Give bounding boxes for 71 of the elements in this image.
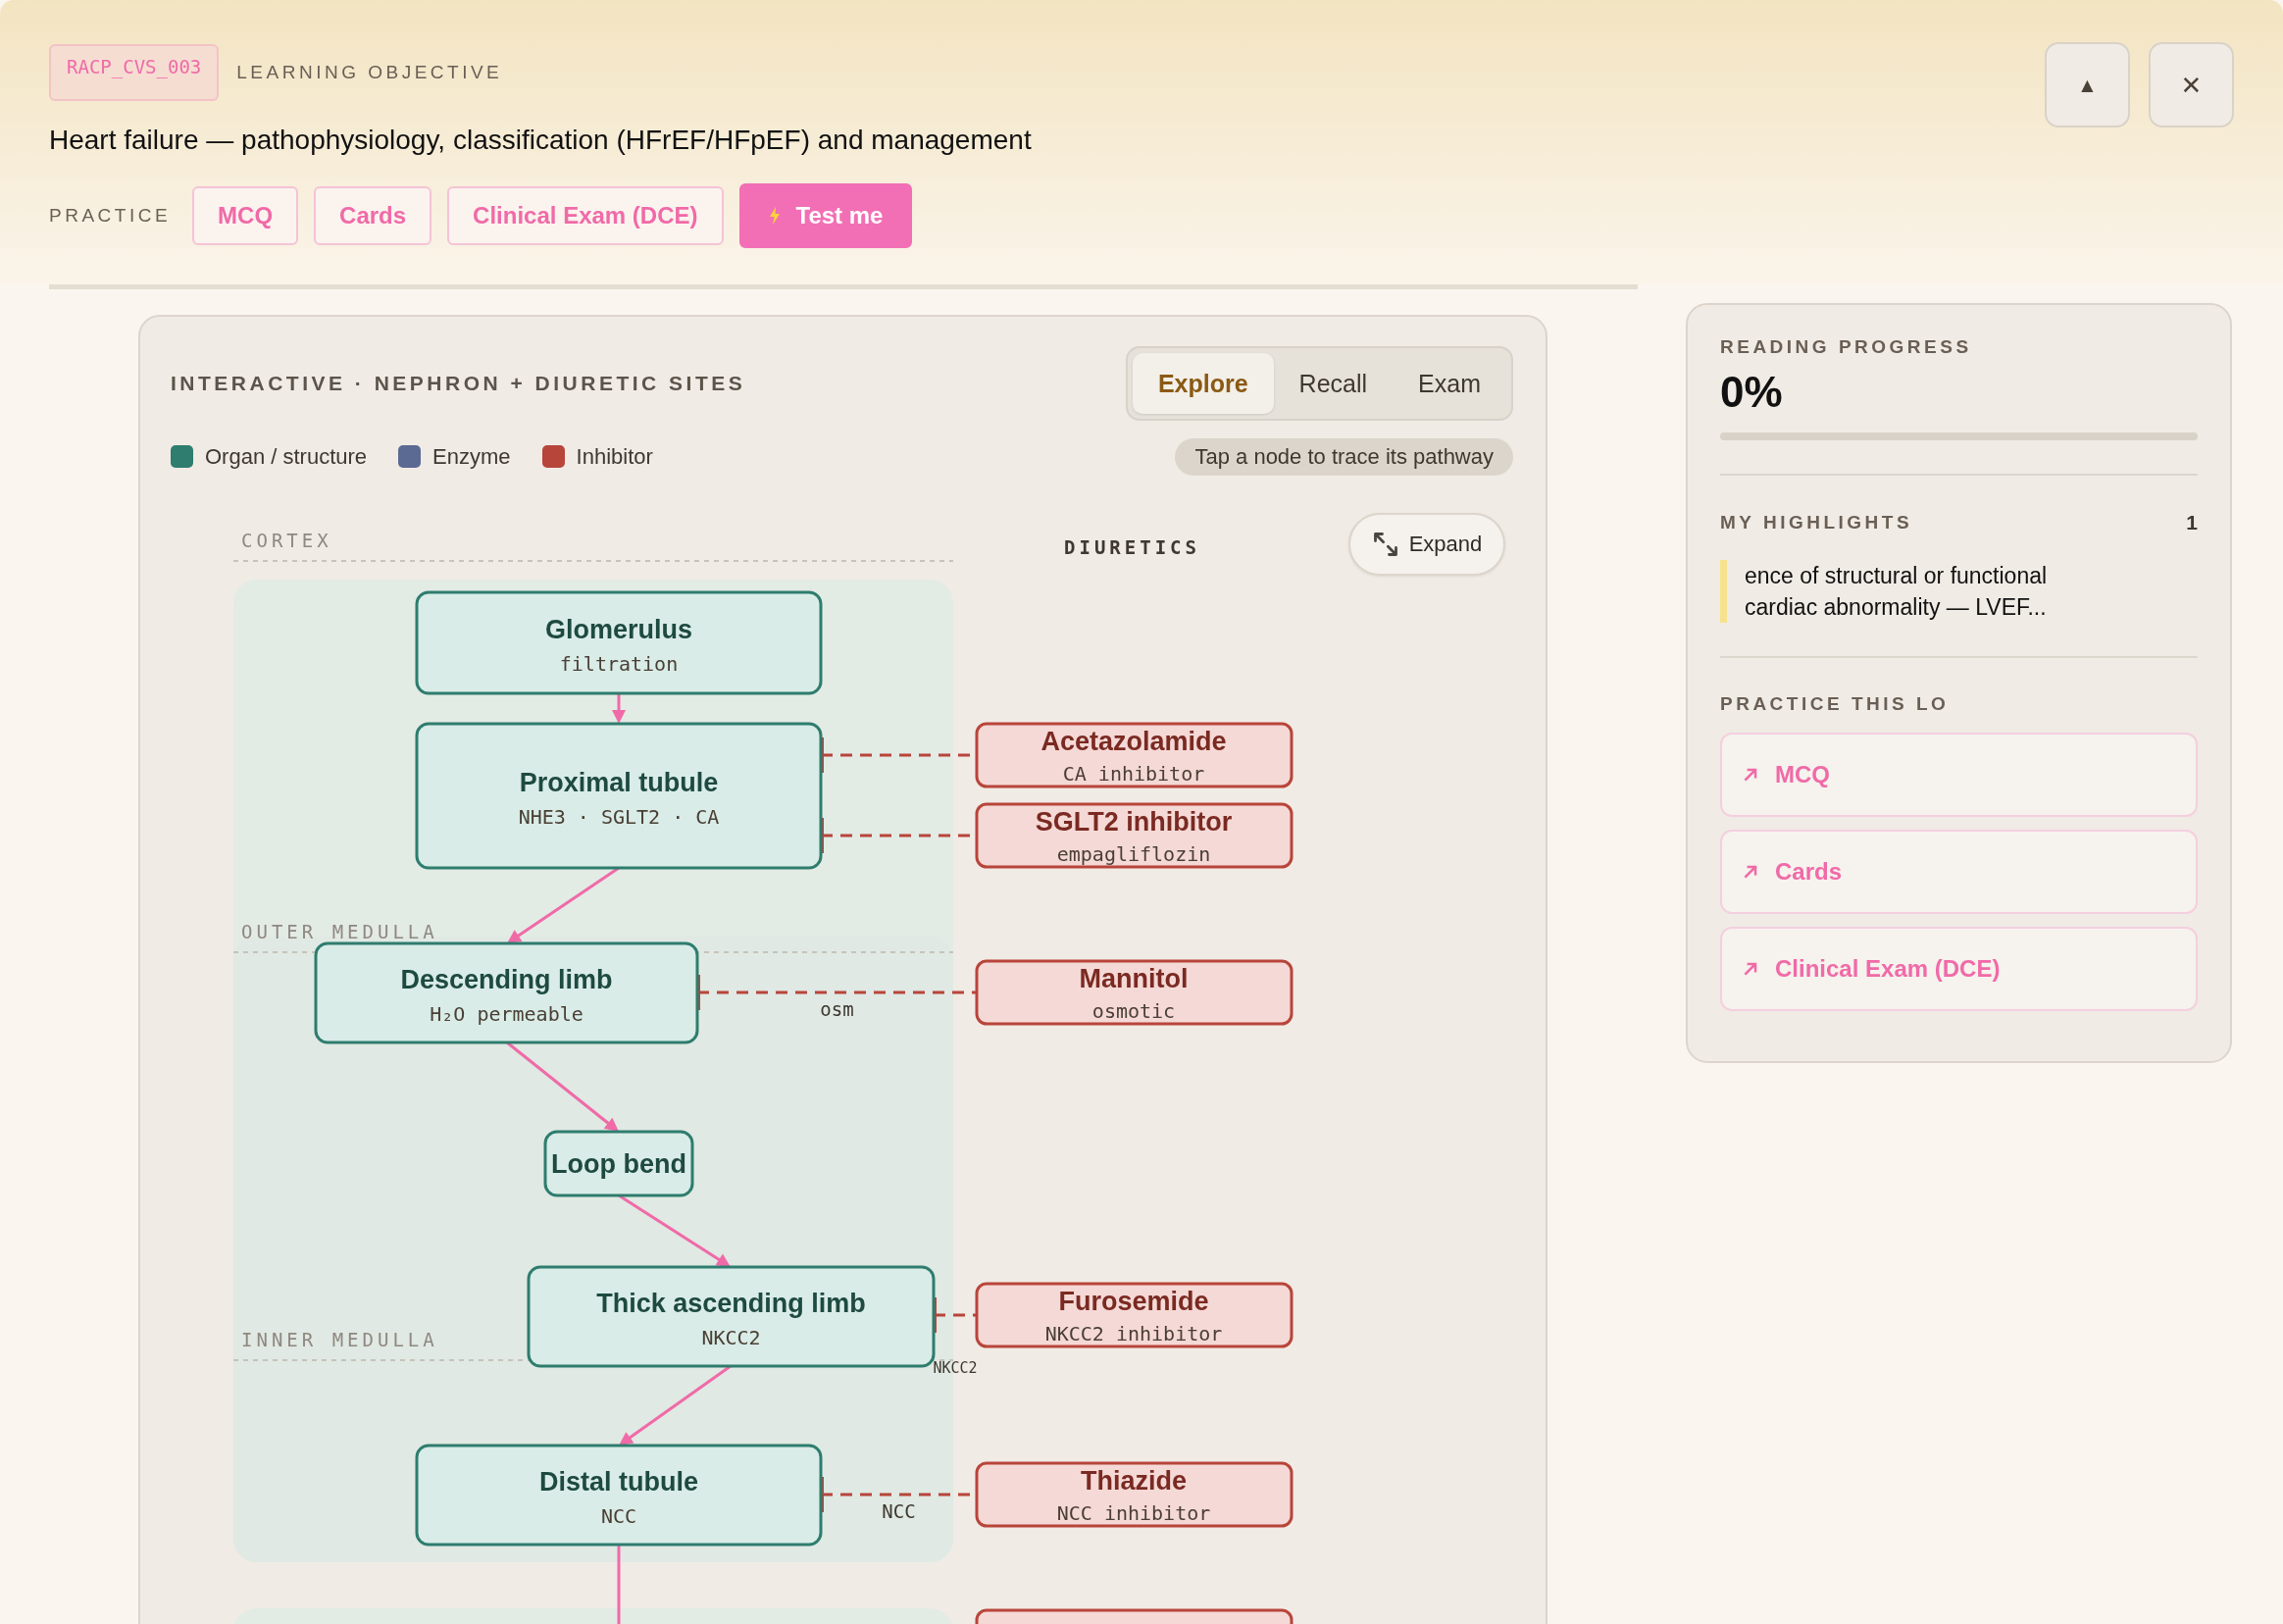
drug-name: Furosemide [1058, 1287, 1209, 1316]
site-label: osm [820, 998, 854, 1020]
node-detail: NCC [600, 1503, 637, 1528]
nephron-node[interactable] [543, 1130, 694, 1197]
drug-node[interactable] [975, 1608, 1294, 1624]
node-title: Descending limb [400, 964, 613, 994]
drug-name: Thiazide [1081, 1466, 1187, 1496]
mode-tab[interactable]: Exam [1393, 353, 1506, 414]
nephron-node[interactable] [314, 941, 699, 1044]
mode-tab[interactable]: Explore [1132, 353, 1274, 414]
zone-label: OUTER MEDULLA [241, 921, 438, 942]
site-label: NCC [882, 1500, 916, 1522]
practice-lo-label: PRACTICE THIS LO [1720, 693, 1951, 715]
node-title: Distal tubule [539, 1466, 698, 1497]
collapse-button[interactable]: ▲ [2045, 42, 2130, 127]
nephron-node[interactable] [415, 590, 823, 695]
zone-label: INNER MEDULLA [241, 1329, 438, 1350]
column-label: DIURETICS [1064, 536, 1200, 558]
code-tag: RACP_CVS_003 [49, 44, 220, 101]
practice-button[interactable]: Clinical Exam (DCE) [447, 186, 724, 245]
legend-label: Inhibitor [576, 443, 653, 470]
flow-arrow [612, 693, 626, 724]
expand-icon [1371, 531, 1399, 558]
node-detail: NKCC2 [701, 1325, 761, 1349]
highlights-count: 1 [2186, 511, 2198, 534]
progress-label: READING PROGRESS [1720, 336, 1973, 358]
drug-name: Mannitol [1079, 964, 1189, 993]
drug-name: Acetazolamide [1040, 727, 1227, 756]
mode-tab[interactable]: Recall [1273, 353, 1394, 414]
drug-node[interactable] [975, 722, 1294, 788]
zone-label: CORTEX [241, 530, 332, 551]
node-title: Proximal tubule [519, 767, 719, 797]
hint-pill: Tap a node to trace its pathway [1175, 437, 1513, 476]
arrow-up-right-icon [1742, 766, 1759, 784]
node-title: Thick ascending limb [596, 1288, 866, 1318]
highlight-quote[interactable]: ence of structural or functional cardiac abnormality — LVEF... [1720, 560, 2198, 623]
test-me-button[interactable]: Test me [738, 183, 913, 248]
node-title: Loop bend [551, 1148, 686, 1179]
drug-detail: osmotic [1091, 999, 1176, 1023]
drug-detail: empagliflozin [1056, 842, 1211, 866]
node-detail: NHE3 · SGLT2 · CA [518, 804, 720, 829]
arrow-up-right-icon [1742, 863, 1759, 881]
highlights-label: MY HIGHLIGHTS [1720, 512, 1913, 533]
drug-detail: NKCC2 inhibitor [1044, 1322, 1223, 1345]
nephron-node[interactable] [415, 1444, 823, 1547]
node-detail: H₂O permeable [430, 1001, 583, 1026]
practice-button[interactable]: Cards [314, 186, 432, 245]
expand-button[interactable]: Expand [1348, 513, 1505, 576]
lightning-icon [768, 207, 781, 225]
drug-name: SGLT2 inhibitor [1035, 807, 1233, 837]
progress-value: 0% [1720, 368, 1784, 417]
drug-detail: CA inhibitor [1062, 762, 1205, 786]
practice-label: PRACTICE [49, 205, 172, 227]
drug-node[interactable] [975, 1282, 1294, 1348]
drug-node[interactable] [975, 959, 1294, 1026]
drug-node[interactable] [975, 802, 1294, 869]
legend-label: Organ / structure [205, 443, 368, 470]
eyebrow-label: LEARNING OBJECTIVE [236, 62, 503, 83]
close-button[interactable]: ✕ [2149, 42, 2234, 127]
arrow-up-right-icon [1742, 960, 1759, 978]
node-title: Glomerulus [545, 614, 692, 644]
legend-label: Enzyme [432, 443, 511, 470]
drug-detail: NCC inhibitor [1056, 1501, 1211, 1525]
nephron-node[interactable] [527, 1265, 936, 1368]
nephron-node[interactable] [415, 722, 823, 870]
node-detail: filtration [559, 651, 679, 676]
diagram-title: INTERACTIVE · NEPHRON + DIURETIC SITES [171, 372, 746, 395]
drug-node[interactable] [975, 1461, 1294, 1528]
site-label: NKCC2 [933, 1359, 978, 1377]
practice-button[interactable]: MCQ [192, 186, 299, 245]
objective-title: Heart failure — pathophysiology, classification (HFrEF/HFpEF) and management [49, 125, 1032, 156]
